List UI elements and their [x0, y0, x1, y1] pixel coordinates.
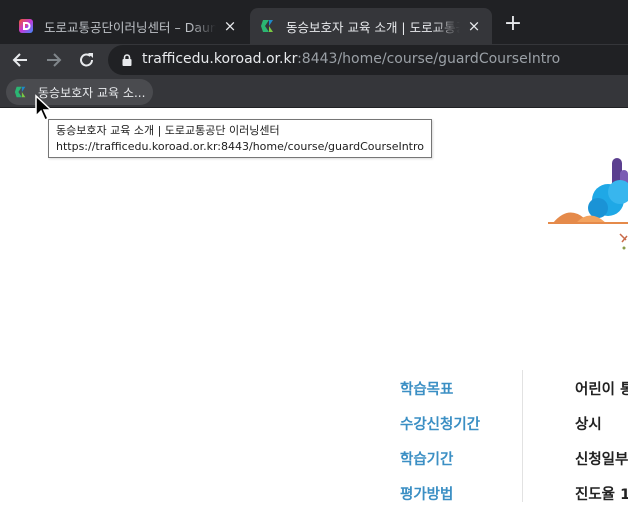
bookmarks-bar: 동승보호자 교육 소... — [0, 76, 628, 108]
address-bar[interactable]: trafficedu.koroad.or.kr:8443/home/course… — [108, 45, 628, 75]
mouse-cursor-icon — [35, 94, 53, 122]
info-label: 학습기간 — [400, 452, 454, 468]
url-text[interactable]: trafficedu.koroad.or.kr:8443/home/course… — [142, 51, 560, 67]
bookmark-guard-course[interactable]: 동승보호자 교육 소... — [6, 79, 154, 105]
reload-icon[interactable] — [74, 48, 100, 72]
info-value: 상시 — [575, 417, 602, 433]
lock-icon[interactable] — [120, 53, 134, 67]
koroad-icon — [261, 20, 273, 32]
tab-close-icon[interactable]: × — [222, 18, 238, 34]
info-row-application-period: 수강신청기간 상시 — [0, 413, 628, 437]
info-label: 학습목표 — [400, 382, 454, 398]
bookmark-tooltip: 동승보호자 교육 소개 | 도로교통공단 이러닝센터 https://traff… — [48, 119, 432, 158]
info-label: 평가방법 — [400, 487, 454, 503]
forward-arrow-icon[interactable] — [40, 48, 66, 72]
info-row-evaluation: 평가방법 진도율 1 — [0, 483, 628, 507]
info-row-goal: 학습목표 어린이 통 — [0, 378, 628, 402]
browser-toolbar: trafficedu.koroad.or.kr:8443/home/course… — [0, 44, 628, 76]
new-tab-button[interactable]: + — [500, 12, 526, 38]
tooltip-url: https://trafficedu.koroad.or.kr:8443/hom… — [56, 140, 425, 153]
tab-daum[interactable]: 도로교통공단이러닝센터 – Daum × — [8, 8, 248, 44]
tab-guard-course[interactable]: 동승보호자 교육 소개 | 도로교통공단 이러닝센터 × — [250, 8, 492, 44]
tab-title: 동승보호자 교육 소개 | 도로교통공단 이러닝센터 — [286, 19, 460, 35]
url-path: :8443/home/course/guardCourseIntro — [297, 51, 561, 67]
tooltip-title: 동승보호자 교육 소개 | 도로교통공단 이러닝센터 — [56, 124, 280, 137]
info-label: 수강신청기간 — [400, 417, 481, 433]
info-value: 어린이 통 — [575, 382, 628, 398]
info-value: 신청일부 — [575, 452, 628, 468]
tab-close-icon[interactable]: × — [466, 18, 482, 34]
tab-title: 도로교통공단이러닝센터 – Daum — [44, 19, 216, 35]
back-arrow-icon[interactable] — [8, 48, 34, 72]
info-value: 진도율 1 — [575, 487, 628, 503]
hero-illustration — [548, 158, 628, 250]
daum-icon — [19, 19, 33, 33]
browser-tab-bar: 도로교통공단이러닝센터 – Daum × 동승보호자 교육 소개 | 도로교통공… — [0, 0, 628, 44]
info-row-study-period: 학습기간 신청일부 — [0, 448, 628, 472]
url-host: trafficedu.koroad.or.kr — [142, 51, 298, 67]
koroad-icon — [14, 86, 26, 98]
